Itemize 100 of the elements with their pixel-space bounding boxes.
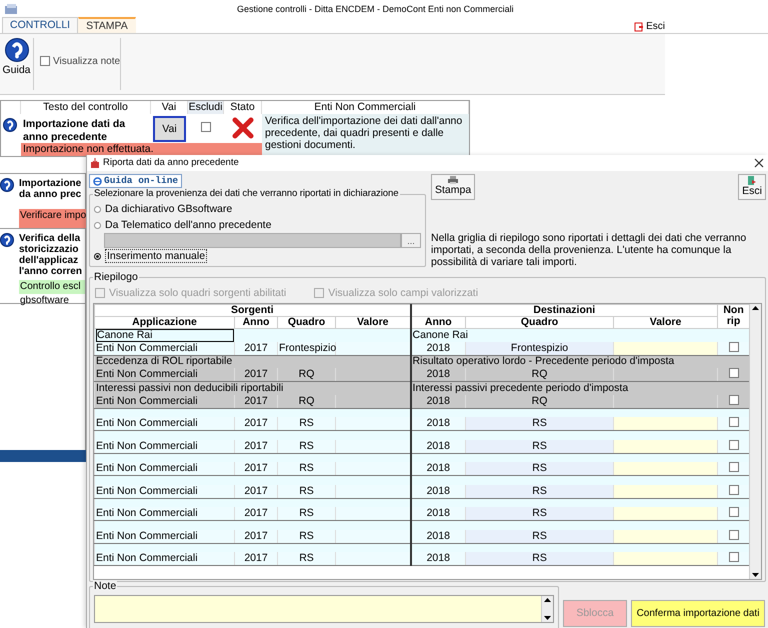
table-cell: Enti Non Commerciali	[94, 507, 234, 521]
table-cell: RS	[466, 462, 614, 476]
table-cell: 2018	[410, 507, 466, 521]
table-cell: 2017	[234, 484, 278, 498]
column-header: Applicazione	[94, 316, 234, 328]
table-cell: RS	[466, 552, 614, 566]
table-cell: RS	[278, 530, 336, 544]
group-label: Canone Rai	[96, 328, 234, 342]
table-cell: RS	[466, 484, 614, 498]
scroll-up-icon	[751, 304, 760, 312]
table-cell: 2018	[410, 368, 466, 382]
table-cell: Enti Non Commerciali	[94, 462, 234, 476]
table-cell: 2017	[234, 440, 278, 454]
online-help-button[interactable]: Guida on-line	[89, 174, 182, 188]
close-button[interactable]	[754, 158, 764, 168]
group-label: Eccedenza di ROL riportabile	[96, 355, 232, 368]
exit-button[interactable]: Esci	[738, 174, 766, 200]
group-label: Canone Rai	[412, 328, 468, 341]
help-button[interactable]: Guida	[0, 34, 33, 94]
printer-icon	[448, 176, 458, 184]
section-header: Sorgenti	[94, 304, 411, 316]
table-cell: 2018	[410, 342, 466, 356]
column-header: Escludi	[188, 101, 224, 114]
radio-button[interactable]	[94, 252, 101, 260]
radio-button[interactable]	[94, 206, 101, 212]
checkbox[interactable]	[728, 552, 739, 562]
go-button[interactable]: Vai	[153, 116, 186, 142]
checkbox[interactable]	[728, 507, 739, 518]
table-cell: RS	[466, 507, 614, 521]
table-cell: RS	[278, 462, 336, 476]
control-text: Importazione dati da anno precedente	[22, 117, 126, 143]
column-header: Valore	[614, 316, 718, 328]
status-message: Importazione non effettuata.	[21, 143, 262, 156]
table-cell: Enti Non Commerciali	[94, 440, 234, 454]
table-cell: 2018	[410, 394, 466, 408]
group-title: Selezionare la provenienza dei dati che verranno riportati in dichiarazione	[93, 188, 400, 200]
table-cell: RQ	[278, 394, 336, 408]
column-header: Stato	[224, 101, 262, 114]
table-cell: Enti Non Commerciali	[94, 368, 234, 382]
checkbox[interactable]	[728, 530, 739, 540]
browse-button[interactable]: ...	[401, 233, 421, 248]
group-label: Risultato operativo lordo - Precedente periodo d'imposta	[412, 355, 674, 368]
scroll-down-icon	[751, 570, 760, 579]
radio-label: Da dichiarativo GBsoftware	[105, 202, 232, 216]
group-title: Riepilogo	[93, 271, 139, 284]
table-cell: 2018	[410, 484, 466, 498]
table-cell: 2017	[234, 462, 278, 476]
help-icon	[3, 118, 17, 132]
confirm-button[interactable]: Conferma importazione dati	[631, 600, 765, 627]
radio-button[interactable]	[94, 222, 101, 228]
checkbox[interactable]	[201, 122, 211, 132]
table-cell: 2017	[234, 368, 278, 382]
checkbox-label: Visualizza note	[53, 56, 120, 68]
help-icon	[4, 38, 28, 62]
table-cell: Enti Non Commerciali	[94, 394, 234, 408]
checkbox[interactable]	[728, 417, 739, 428]
error-icon	[232, 117, 254, 139]
radio-label: Inserimento manuale	[105, 248, 208, 264]
ribbon-tab[interactable]: CONTROLLI	[2, 17, 78, 33]
scroll-down-icon	[543, 614, 552, 622]
globe-icon	[93, 176, 102, 186]
description-text: Verifica dell'importazione dei dati dall'anno precedente, dai quadri presenti e dalle gestioni documenti.	[262, 114, 469, 156]
table-cell: Enti Non Commerciali	[94, 552, 234, 566]
scrollbar[interactable]	[749, 304, 761, 579]
checkbox[interactable]	[728, 484, 739, 495]
table-cell: Frontespizio	[466, 342, 614, 356]
table-cell: 2018	[410, 462, 466, 476]
group-label: Interessi passivi precedente periodo d'imposta	[412, 382, 628, 394]
table-cell: 2018	[410, 440, 466, 454]
table-cell: RQ	[466, 368, 614, 382]
checkbox[interactable]	[728, 440, 739, 450]
table-cell: RS	[466, 440, 614, 454]
table-cell: Enti Non Commerciali	[94, 417, 234, 431]
table-cell: RS	[278, 440, 336, 454]
table-cell: Enti Non Commerciali	[94, 342, 234, 356]
checkbox[interactable]	[728, 342, 739, 352]
table-cell: RQ	[466, 394, 614, 408]
table-cell: RS	[278, 507, 336, 521]
notes-field[interactable]	[94, 595, 554, 623]
table-cell: 2018	[410, 530, 466, 544]
print-button[interactable]: Stampa	[431, 174, 476, 200]
ribbon-tab[interactable]: STAMPA	[78, 17, 136, 33]
note-text: gbsoftware	[19, 294, 70, 308]
table-cell: Frontespizio	[278, 342, 336, 356]
checkbox[interactable]	[40, 56, 50, 66]
table-cell: 2017	[234, 342, 278, 356]
column-header: Valore	[336, 316, 411, 328]
control-text: Verifica della storicizzazio dell'applicaz l'anno corren	[19, 233, 83, 277]
exit-button[interactable]: Esci	[634, 21, 665, 33]
table-cell: 2017	[234, 552, 278, 566]
table-cell: 2018	[410, 552, 466, 566]
column-header: Quadro	[278, 316, 336, 328]
checkbox-label: Visualizza solo quadri sorgenti abilitati	[109, 287, 286, 300]
column-header: Testo del controllo	[21, 101, 151, 114]
close-icon	[754, 158, 764, 168]
table-cell: RS	[466, 530, 614, 544]
exit-icon	[747, 176, 758, 185]
status-message: Verificare impo	[19, 208, 88, 228]
checkbox[interactable]	[728, 462, 739, 472]
app-icon	[4, 3, 18, 15]
